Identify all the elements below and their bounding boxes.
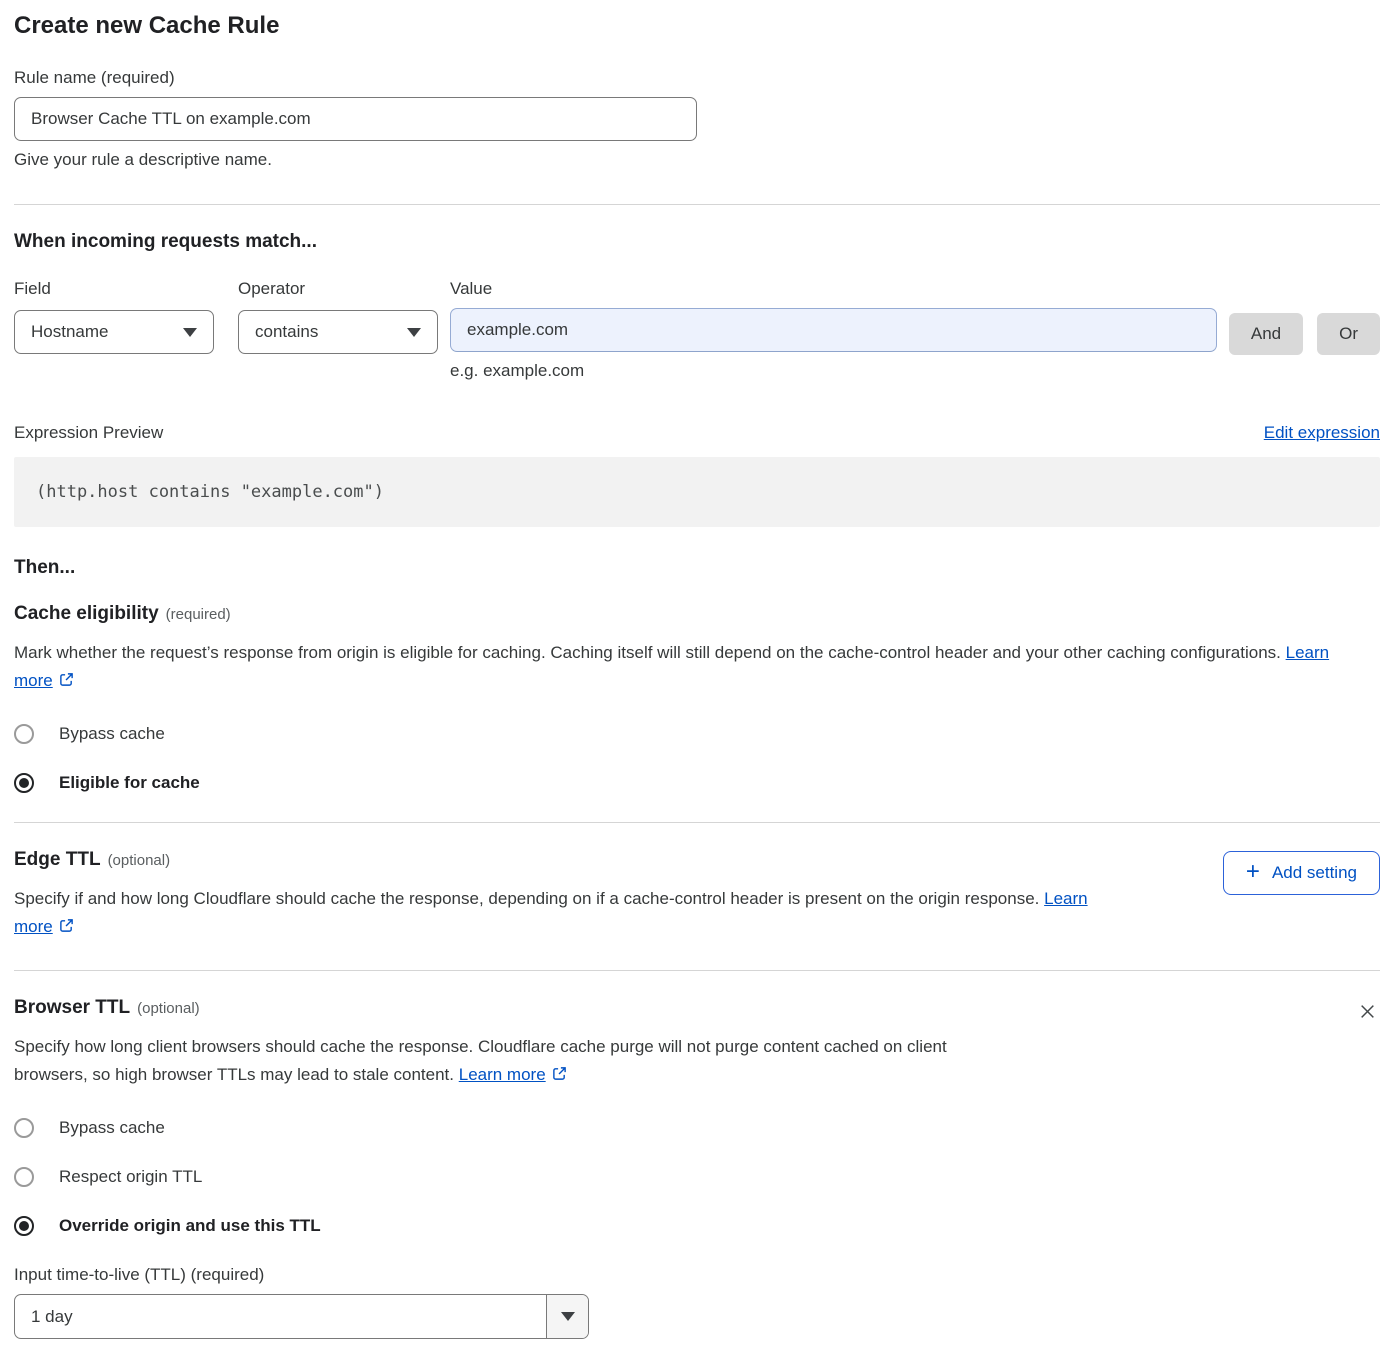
browser-ttl-qualifier: (optional) <box>137 1000 200 1017</box>
edge-ttl-title: Edge TTL <box>14 849 101 870</box>
radio-bypass-cache[interactable]: Bypass cache <box>14 724 1380 744</box>
value-help: e.g. example.com <box>450 361 1217 381</box>
match-heading: When incoming requests match... <box>14 231 1380 253</box>
edge-ttl-section: Edge TTL (optional) Specify if and how lo… <box>14 849 1380 942</box>
divider <box>14 970 1380 971</box>
create-cache-rule-form: Create new Cache Rule Rule name (require… <box>0 0 1400 1339</box>
rule-name-section: Rule name (required) Give your rule a de… <box>14 68 1380 170</box>
radio-icon <box>14 1118 34 1138</box>
operator-select[interactable]: contains <box>238 310 438 354</box>
radio-label: Respect origin TTL <box>59 1167 202 1187</box>
chevron-down-icon <box>183 328 197 337</box>
cache-eligibility-description-text: Mark whether the request’s response from… <box>14 643 1281 662</box>
browser-ttl-learn-more-link[interactable]: Learn more <box>459 1065 546 1084</box>
ttl-label: Input time-to-live (TTL) (required) <box>14 1265 1380 1285</box>
browser-ttl-description: Specify how long client browsers should … <box>14 1033 1019 1090</box>
radio-eligible-for-cache[interactable]: Eligible for cache <box>14 773 1380 793</box>
browser-ttl-title: Browser TTL <box>14 997 130 1018</box>
cache-eligibility-section: Cache eligibility (required) Mark whether… <box>14 603 1380 793</box>
external-link-icon <box>59 668 74 696</box>
operator-label: Operator <box>238 279 438 299</box>
cache-eligibility-description: Mark whether the request’s response from… <box>14 639 1359 696</box>
edge-ttl-description: Specify if and how long Cloudflare shoul… <box>14 885 1119 942</box>
field-column: Field Hostname <box>14 279 214 354</box>
radio-respect-origin-ttl[interactable]: Respect origin TTL <box>14 1167 1380 1187</box>
rule-name-input[interactable] <box>14 97 697 141</box>
edge-ttl-description-text: Specify if and how long Cloudflare shoul… <box>14 889 1039 908</box>
expression-code: (http.host contains "example.com") <box>36 482 384 502</box>
edge-ttl-content: Edge TTL (optional) Specify if and how lo… <box>14 849 1119 942</box>
ttl-select-value: 1 day <box>15 1295 546 1338</box>
edit-expression-link[interactable]: Edit expression <box>1264 423 1380 443</box>
browser-ttl-section: Browser TTL (optional) Specify how long c… <box>14 997 1380 1339</box>
chevron-down-icon <box>561 1312 575 1321</box>
and-button[interactable]: And <box>1229 313 1303 355</box>
radio-label: Bypass cache <box>59 1118 165 1138</box>
radio-icon <box>14 1216 34 1236</box>
divider <box>14 204 1380 205</box>
ttl-select-dropdown-button[interactable] <box>546 1295 588 1338</box>
value-column: Value e.g. example.com <box>450 279 1217 381</box>
ttl-input-block: Input time-to-live (TTL) (required) 1 da… <box>14 1265 1380 1339</box>
operator-select-value: contains <box>255 322 318 342</box>
cache-eligibility-options: Bypass cache Eligible for cache <box>14 724 1380 793</box>
match-row: Field Hostname Operator contains Value e… <box>14 279 1380 381</box>
close-icon[interactable] <box>1355 999 1380 1027</box>
radio-label: Bypass cache <box>59 724 165 744</box>
radio-override-origin-ttl[interactable]: Override origin and use this TTL <box>14 1216 1380 1236</box>
chevron-down-icon <box>407 328 421 337</box>
rule-name-label: Rule name (required) <box>14 68 1380 88</box>
value-label: Value <box>450 279 1217 299</box>
edge-ttl-qualifier: (optional) <box>108 852 171 869</box>
radio-icon <box>14 724 34 744</box>
then-heading: Then... <box>14 557 1380 579</box>
radio-bypass-cache[interactable]: Bypass cache <box>14 1118 1380 1138</box>
field-label: Field <box>14 279 214 299</box>
cache-eligibility-header: Cache eligibility (required) <box>14 603 1380 625</box>
rule-name-help: Give your rule a descriptive name. <box>14 150 1380 170</box>
cache-eligibility-title: Cache eligibility <box>14 603 159 624</box>
operator-column: Operator contains <box>238 279 438 354</box>
expression-header: Expression Preview Edit expression <box>14 423 1380 443</box>
radio-icon <box>14 773 34 793</box>
or-button[interactable]: Or <box>1317 313 1380 355</box>
add-setting-button[interactable]: + Add setting <box>1223 851 1380 895</box>
ttl-select[interactable]: 1 day <box>14 1294 589 1339</box>
browser-ttl-header: Browser TTL (optional) <box>14 997 200 1019</box>
browser-ttl-options: Bypass cache Respect origin TTL Override… <box>14 1118 1380 1236</box>
field-select[interactable]: Hostname <box>14 310 214 354</box>
external-link-icon <box>552 1062 567 1090</box>
cache-eligibility-qualifier: (required) <box>166 606 231 623</box>
page-title: Create new Cache Rule <box>14 12 1380 40</box>
radio-label: Eligible for cache <box>59 773 200 793</box>
browser-ttl-header-row: Browser TTL (optional) <box>14 997 1380 1033</box>
external-link-icon <box>59 914 74 942</box>
add-setting-label: Add setting <box>1272 863 1357 883</box>
radio-icon <box>14 1167 34 1187</box>
edge-ttl-header: Edge TTL (optional) <box>14 849 1119 871</box>
radio-label: Override origin and use this TTL <box>59 1216 321 1236</box>
divider <box>14 822 1380 823</box>
expression-code-block: (http.host contains "example.com") <box>14 457 1380 527</box>
expression-preview-label: Expression Preview <box>14 423 163 443</box>
plus-icon: + <box>1246 860 1260 884</box>
value-input[interactable] <box>450 308 1217 352</box>
field-select-value: Hostname <box>31 322 108 342</box>
